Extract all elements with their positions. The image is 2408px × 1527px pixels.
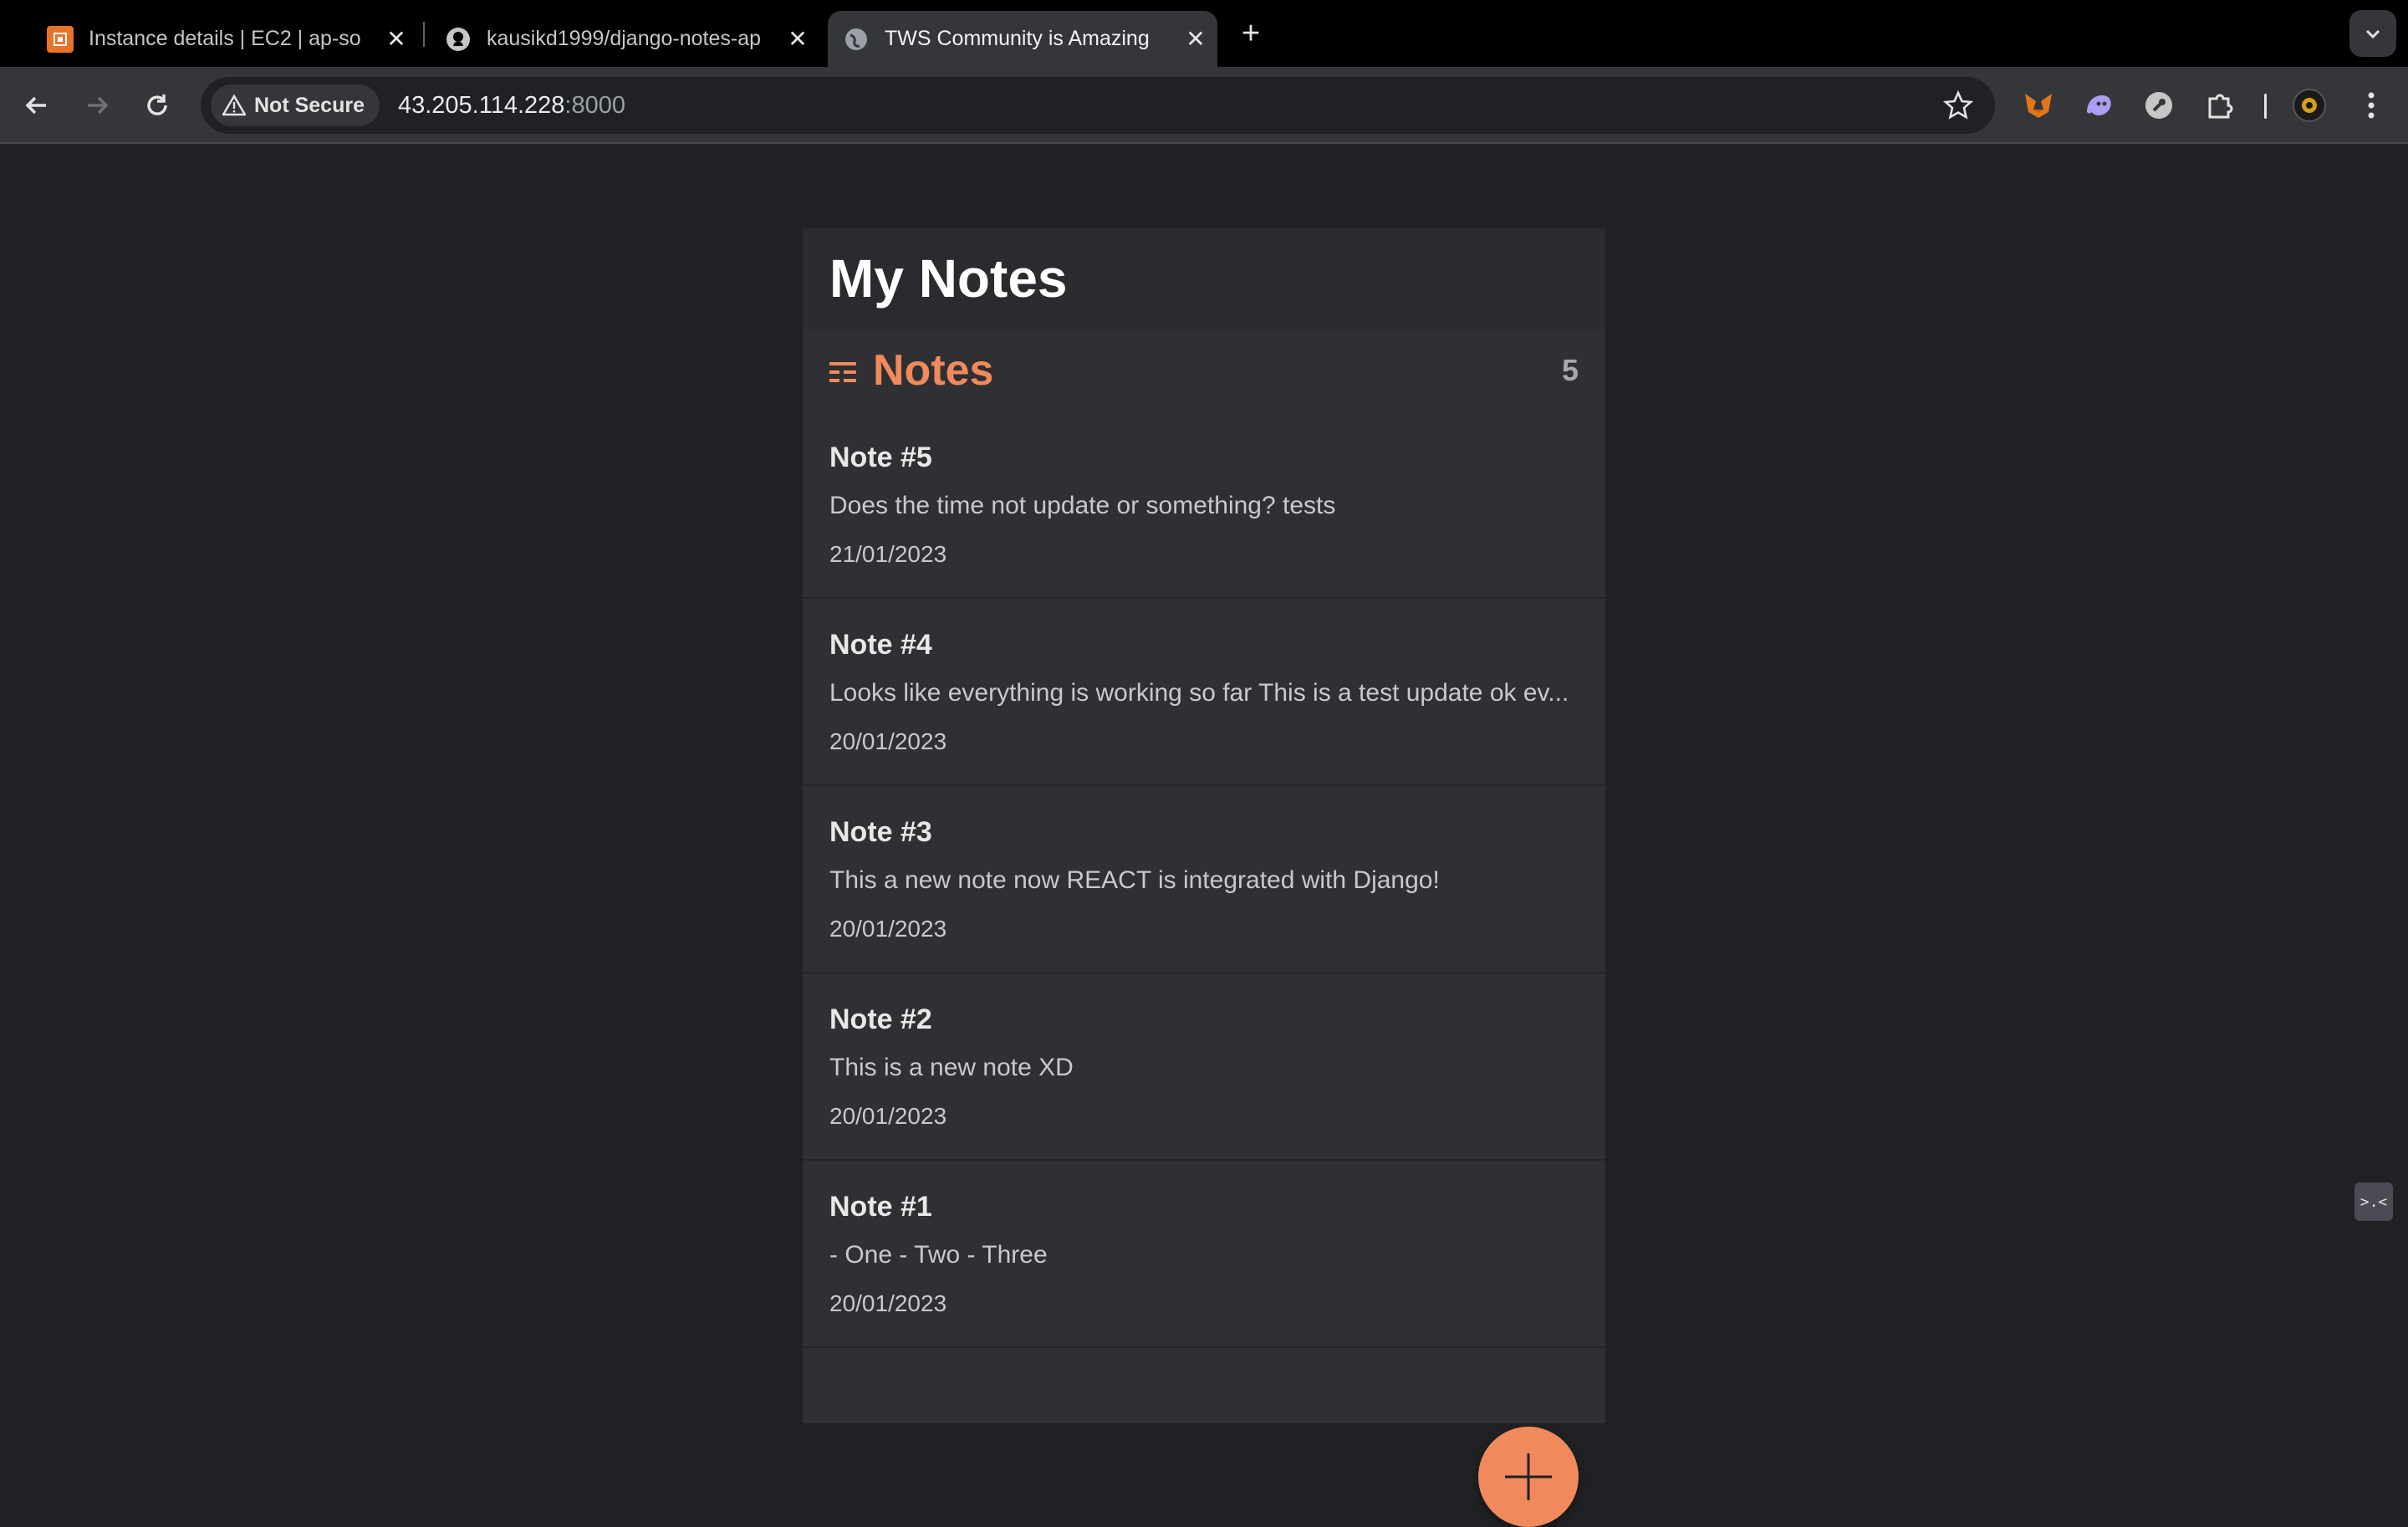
tab-search-button[interactable] bbox=[2349, 10, 2396, 57]
menu-kebab-icon[interactable] bbox=[2349, 84, 2393, 127]
tab-tws-community[interactable]: TWS Community is Amazing ✕ bbox=[828, 11, 1217, 67]
back-button[interactable] bbox=[15, 84, 59, 127]
address-bar[interactable]: Not Secure 43.205.114.228:8000 bbox=[201, 77, 1995, 134]
notes-count: 5 bbox=[1561, 353, 1579, 387]
arrow-left-icon bbox=[25, 96, 46, 115]
notes-app: My Notes Notes 5 Note #5 Does the time n… bbox=[803, 227, 1605, 1423]
close-icon[interactable]: ✕ bbox=[383, 26, 410, 53]
close-icon[interactable]: ✕ bbox=[1182, 26, 1209, 53]
url-host: 43.205.114.228 bbox=[397, 91, 565, 119]
side-panel-widget[interactable]: >.< bbox=[2354, 1182, 2393, 1221]
globe-icon bbox=[843, 26, 870, 53]
toolbar-separator bbox=[2264, 94, 2267, 119]
note-date: 20/01/2023 bbox=[829, 1103, 947, 1129]
close-icon[interactable]: ✕ bbox=[784, 26, 811, 53]
security-label: Not Secure bbox=[254, 93, 365, 117]
app-title: My Notes bbox=[829, 248, 1068, 309]
note-body: Looks like everything is working so far … bbox=[829, 679, 1569, 707]
wrench-extension-icon[interactable] bbox=[2137, 84, 2181, 127]
extensions-puzzle-icon[interactable] bbox=[2199, 84, 2242, 127]
tab-title: TWS Community is Amazing bbox=[885, 27, 1150, 50]
forward-button[interactable] bbox=[75, 84, 119, 127]
metamask-extension-icon[interactable] bbox=[2017, 84, 2060, 127]
note-title: Note #5 bbox=[829, 442, 932, 473]
reload-button[interactable] bbox=[135, 84, 179, 127]
note-item[interactable]: Note #5 Does the time not update or some… bbox=[803, 411, 1605, 599]
add-note-button[interactable] bbox=[1478, 1427, 1579, 1527]
chevron-down-icon bbox=[2365, 29, 2380, 39]
note-body: This is a new note XD bbox=[829, 1054, 1074, 1081]
note-title: Note #4 bbox=[829, 629, 932, 661]
note-title: Note #1 bbox=[829, 1191, 932, 1223]
note-title: Note #3 bbox=[829, 816, 932, 848]
note-body: - One - Two - Three bbox=[829, 1241, 1048, 1269]
note-date: 21/01/2023 bbox=[829, 541, 947, 567]
ghost-extension-icon[interactable] bbox=[2077, 84, 2120, 127]
note-body: This a new note now REACT is integrated … bbox=[829, 866, 1440, 894]
new-tab-button[interactable]: + bbox=[1234, 16, 1268, 51]
note-title: Note #2 bbox=[829, 1004, 932, 1035]
tab-ec2[interactable]: Instance details | EC2 | ap-so ✕ bbox=[33, 11, 410, 67]
tab-title: Instance details | EC2 | ap-so bbox=[89, 27, 361, 50]
tab-strip: Instance details | EC2 | ap-so ✕ kausikd… bbox=[0, 0, 2408, 67]
note-item[interactable]: Note #4 Looks like everything is working… bbox=[803, 599, 1605, 786]
aws-ec2-icon bbox=[47, 25, 74, 53]
note-item[interactable]: Note #1 - One - Two - Three 20/01/2023 bbox=[803, 1161, 1605, 1348]
arrow-right-icon bbox=[88, 96, 109, 115]
note-item[interactable]: Note #2 This is a new note XD 20/01/2023 bbox=[803, 973, 1605, 1161]
note-item[interactable]: Note #3 This a new note now REACT is int… bbox=[803, 786, 1605, 973]
reload-icon bbox=[147, 94, 167, 115]
list-icon bbox=[829, 360, 856, 388]
page-content: My Notes Notes 5 Note #5 Does the time n… bbox=[0, 144, 2408, 1527]
note-date: 20/01/2023 bbox=[829, 1290, 947, 1316]
url-text: 43.205.114.228:8000 bbox=[398, 92, 625, 120]
site-info-button[interactable]: Not Secure bbox=[211, 84, 380, 126]
app-header: My Notes bbox=[803, 227, 1605, 329]
url-port: :8000 bbox=[564, 91, 625, 119]
github-icon bbox=[445, 26, 472, 53]
note-date: 20/01/2023 bbox=[829, 916, 947, 942]
notes-header: Notes 5 bbox=[803, 329, 1605, 411]
browser-toolbar: Not Secure 43.205.114.228:8000 bbox=[0, 67, 2408, 144]
plus-icon bbox=[1505, 1453, 1552, 1500]
note-body: Does the time not update or something? t… bbox=[829, 492, 1336, 519]
tab-separator bbox=[423, 22, 425, 47]
profile-avatar[interactable] bbox=[2288, 84, 2331, 127]
tab-github[interactable]: kausikd1999/django-notes-ap ✕ bbox=[435, 11, 811, 67]
bookmark-star-icon[interactable] bbox=[1942, 89, 1974, 125]
note-date: 20/01/2023 bbox=[829, 728, 947, 754]
tab-title: kausikd1999/django-notes-ap bbox=[487, 27, 762, 50]
notes-heading: Notes bbox=[873, 346, 994, 395]
warning-icon bbox=[222, 94, 246, 116]
